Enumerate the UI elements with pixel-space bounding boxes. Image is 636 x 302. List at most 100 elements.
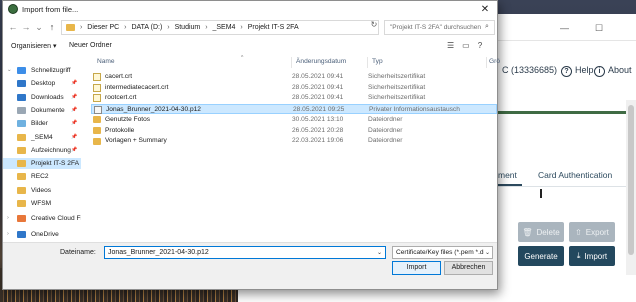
- sidebar-item[interactable]: › OneDrive: [3, 229, 81, 240]
- sidebar-item[interactable]: Downloads 📌: [3, 92, 81, 103]
- tab-card-authentication[interactable]: Card Authentication: [538, 170, 612, 180]
- expand-arrow-icon[interactable]: ›: [7, 229, 9, 240]
- new-folder-button[interactable]: Neuer Ordner: [69, 42, 112, 49]
- breadcrumb-item[interactable]: _SEM4: [213, 24, 236, 31]
- file-type: Sicherheitszertifikat: [368, 94, 426, 102]
- column-header-name[interactable]: Name: [97, 58, 115, 65]
- file-date: 26.05.2021 20:28: [292, 126, 344, 134]
- organize-menu[interactable]: Organisieren ▾: [11, 42, 57, 50]
- sidebar-item-label: Desktop: [31, 80, 56, 88]
- sidebar-item[interactable]: Dokumente 📌: [3, 105, 81, 116]
- chevron-down-icon[interactable]: ⌄: [377, 249, 382, 256]
- certificate-icon: [93, 83, 101, 92]
- folder-icon: [17, 200, 26, 207]
- file-row[interactable]: intermediatecacert.crt 28.05.2021 09:41 Si…: [91, 83, 497, 93]
- about-link[interactable]: i About: [594, 65, 632, 77]
- upload-icon: ⇧: [575, 227, 582, 237]
- file-date: 28.05.2021 09:41: [292, 83, 344, 91]
- import-button-background[interactable]: ⤓ Import: [569, 246, 615, 266]
- expand-arrow-icon[interactable]: ›: [7, 213, 9, 224]
- sidebar-item[interactable]: _SEM4 📌: [3, 132, 81, 143]
- file-row[interactable]: cacert.crt 28.05.2021 09:41 Sicherheitszer…: [91, 72, 497, 82]
- navigation-pane: ⌄ Schnellzugriff Desktop 📌 Downloads 📌 Dokumen…: [3, 57, 81, 241]
- file-date: 28.05.2021 09:25: [293, 106, 345, 114]
- sidebar-item-label: WFSM: [31, 200, 52, 207]
- file-type: Sicherheitszertifikat: [368, 83, 426, 91]
- folder-icon: [17, 133, 26, 141]
- maximize-button[interactable]: ☐: [595, 23, 603, 34]
- certificate-icon: [93, 94, 101, 103]
- sidebar-item[interactable]: › Creative Cloud Fil: [3, 213, 81, 224]
- up-folder-button[interactable]: ↑: [46, 21, 58, 33]
- search-icon: ⌕: [485, 23, 489, 30]
- dialog-titlebar: Import from file... ✕: [3, 1, 497, 18]
- sidebar-item-label: REC2: [31, 173, 49, 181]
- column-header-date[interactable]: Änderungsdatum: [296, 58, 346, 65]
- breadcrumb-separator: ›: [205, 24, 208, 31]
- sidebar-item[interactable]: Bilder 📌: [3, 118, 81, 129]
- column-header-type[interactable]: Typ: [372, 58, 383, 65]
- file-row[interactable]: Vorlagen + Summary 22.03.2021 19:06 Dateio…: [91, 136, 497, 146]
- documents-icon: [17, 106, 26, 114]
- filetype-select[interactable]: Certificate/Key files (*.pem *.de ⌄: [392, 246, 493, 259]
- filetype-value: Certificate/Key files (*.pem *.de: [396, 249, 484, 256]
- column-divider[interactable]: [486, 57, 487, 68]
- column-divider[interactable]: [367, 57, 368, 68]
- app-scrollbar-thumb[interactable]: [628, 105, 634, 255]
- breadcrumb-item[interactable]: Dieser PC: [87, 24, 119, 31]
- sidebar-item[interactable]: Desktop 📌: [3, 78, 81, 89]
- cancel-button[interactable]: Abbrechen: [444, 261, 493, 275]
- minimize-button[interactable]: —: [560, 23, 569, 33]
- sidebar-item[interactable]: WFSM: [3, 198, 81, 209]
- breadcrumb-item[interactable]: Projekt IT-S 2FA: [248, 24, 299, 31]
- sidebar-item-label: Downloads: [31, 93, 64, 101]
- filename-input[interactable]: Jonas_Brunner_2021-04-30.p12 ⌄: [104, 246, 386, 259]
- delete-button[interactable]: 🗑 Delete: [518, 222, 564, 242]
- sidebar-item-label: Videos: [31, 186, 52, 194]
- column-header-size[interactable]: Grö: [489, 58, 500, 65]
- file-type: Dateiordner: [368, 126, 403, 134]
- pin-icon: 📌: [71, 133, 78, 140]
- sidebar-item[interactable]: Aufzeichnung 📌: [3, 145, 81, 156]
- sidebar-item[interactable]: REC2: [3, 171, 81, 182]
- sort-caret-icon: ^: [241, 55, 244, 61]
- search-input[interactable]: "Projekt IT-S 2FA" durchsuchen ⌕: [384, 20, 495, 35]
- forward-button[interactable]: →: [20, 21, 32, 33]
- pin-icon: 📌: [71, 93, 78, 100]
- file-row[interactable]: Protokolle 26.05.2021 20:28 Dateiordner: [91, 126, 497, 136]
- import-file-dialog: Import from file... ✕ ← → ⌄ ↑ › Dieser P…: [2, 0, 500, 290]
- help-link[interactable]: ? Help: [561, 65, 594, 77]
- preview-pane-icon[interactable]: ▭: [462, 41, 470, 50]
- sidebar-item[interactable]: Projekt IT-S 2FA: [3, 158, 81, 170]
- help-icon[interactable]: ?: [478, 41, 482, 50]
- address-bar[interactable]: › Dieser PC › DATA (D:) › Studium › _SEM…: [61, 20, 428, 35]
- recent-locations-button[interactable]: ⌄: [33, 21, 45, 33]
- onedrive-icon: [17, 230, 26, 238]
- sidebar-item[interactable]: ⌄ Schnellzugriff: [3, 65, 81, 76]
- breadcrumb-separator: ›: [167, 24, 170, 31]
- export-button[interactable]: ⇧ Export: [569, 222, 615, 242]
- file-type: Dateiordner: [368, 115, 403, 123]
- view-options-icon[interactable]: ☰: [447, 41, 454, 50]
- expand-arrow-icon[interactable]: ⌄: [7, 65, 12, 76]
- breadcrumb-item[interactable]: Studium: [175, 24, 201, 31]
- sidebar-item[interactable]: Videos: [3, 185, 81, 196]
- generate-button[interactable]: Generate: [518, 246, 564, 266]
- dialog-close-button[interactable]: ✕: [475, 3, 495, 16]
- file-row[interactable]: rootcert.crt 28.05.2021 09:41 Sicherheitsz…: [91, 93, 497, 103]
- folder-icon: [93, 116, 101, 124]
- folder-icon: [93, 137, 101, 145]
- sidebar-item-label: Dokumente: [31, 106, 65, 114]
- back-button[interactable]: ←: [7, 21, 19, 33]
- tab-management[interactable]: ment: [498, 170, 517, 180]
- file-name: intermediatecacert.crt: [105, 83, 169, 91]
- column-divider[interactable]: [291, 57, 292, 68]
- file-row[interactable]: Genutzte Fotos 30.05.2021 13:10 Dateiordne…: [91, 115, 497, 125]
- pin-icon: 📌: [71, 120, 78, 127]
- breadcrumb-item[interactable]: DATA (D:): [131, 24, 162, 31]
- file-type: Privater Informationsaustausch: [369, 106, 460, 114]
- refresh-icon[interactable]: ↻: [369, 19, 379, 30]
- download-icon: [17, 93, 26, 101]
- import-button[interactable]: Import: [392, 261, 441, 275]
- file-row[interactable]: Jonas_Brunner_2021-04-30.p12 28.05.2021 0…: [91, 104, 497, 115]
